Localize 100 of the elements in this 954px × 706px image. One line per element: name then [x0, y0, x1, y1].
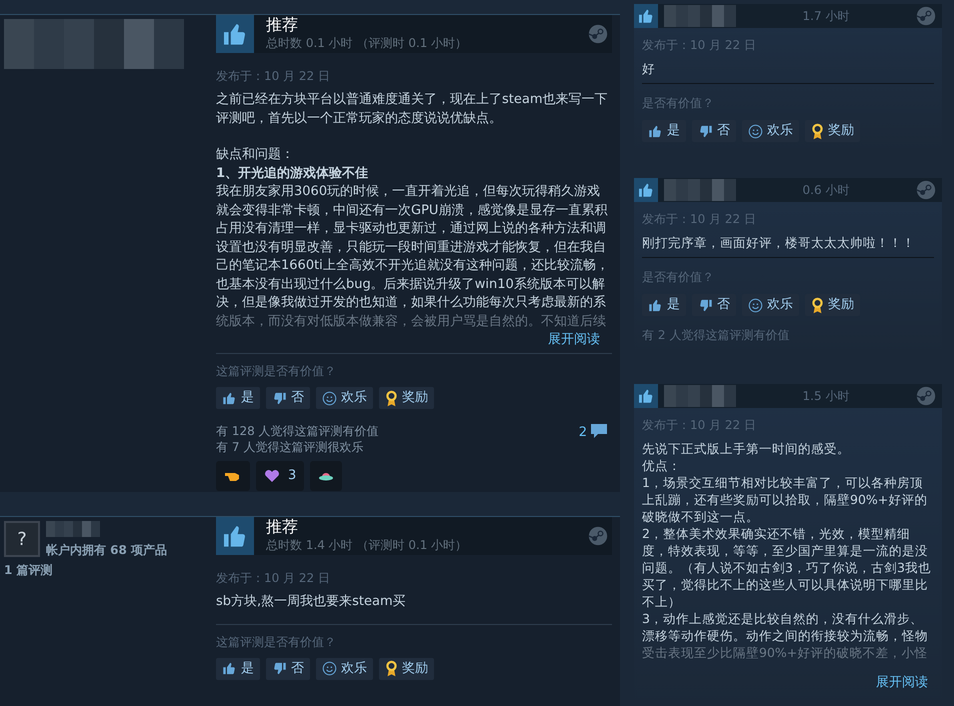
comments-link[interactable]: 2: [578, 423, 612, 455]
funny-button[interactable]: 欢乐: [316, 387, 373, 409]
posted-date: 发布于：10 月 22 日: [642, 211, 757, 228]
review-text-line: 3，动作上感觉还是比较自然的，没有什么滑步、: [642, 610, 924, 627]
playtime-text: 1.7 小时: [802, 8, 850, 25]
review-text-line: 问题。（有人说不如古剑3，巧了你说，古剑3我也: [642, 559, 932, 576]
medal-icon: [385, 390, 398, 406]
review-text-line: 受击表现至少比隔壁90%+好评的破晓不差，小怪: [642, 644, 928, 661]
thumbs-up-icon: [634, 384, 658, 408]
helpful-prompt: 是否有价值？: [642, 269, 715, 286]
thumbs-up-icon: [216, 15, 254, 53]
posted-date: 发布于：10 月 22 日: [642, 417, 757, 434]
funny-button[interactable]: 欢乐: [316, 658, 373, 680]
review-text-line: 2，整体美术效果确实还不错，光效，模型精细: [642, 525, 911, 542]
helpful-prompt: 这篇评测是否有价值？: [216, 363, 337, 380]
posted-date: 发布于：10 月 22 日: [642, 37, 757, 54]
thumbs-up-icon: [634, 178, 658, 202]
blurred-username: [46, 521, 100, 537]
playtime-text: 0.6 小时: [802, 182, 850, 199]
review-text-line: 优点：: [642, 457, 682, 474]
smiley-icon: [748, 124, 763, 138]
review-text-line: 设置也没有明显改善，只能玩一段时间重进游戏才能恢复，但在我自: [216, 238, 607, 256]
review-text-line: 己的笔记本1660ti上全高效不开光追就没有这种问题，还比较流畅，: [216, 257, 610, 275]
review-text-line: 刚打完序章，画面好评，楼哥太太太帅啦！！！: [642, 234, 916, 251]
saucer-icon: [318, 470, 334, 482]
yes-button[interactable]: 是: [216, 387, 260, 409]
avatar-placeholder[interactable]: ?: [4, 521, 40, 557]
no-button[interactable]: 否: [266, 387, 310, 409]
review-text-line: 不上）: [642, 593, 682, 610]
thumbs-down-icon: [698, 298, 713, 312]
review-text-line: 缺点和问题：: [216, 146, 295, 164]
thumbs-up-icon: [222, 390, 237, 406]
verdict-label: 推荐: [266, 518, 299, 536]
award-reaction[interactable]: [310, 461, 342, 491]
smiley-icon: [748, 298, 763, 312]
review-text-line: 先说下正式版上手第一时间的感受。: [642, 440, 851, 457]
read-more-link[interactable]: 展开阅读: [876, 673, 928, 692]
yes-button[interactable]: 是: [642, 294, 686, 316]
yes-button[interactable]: 是: [642, 120, 686, 142]
helpful-count: 有 128 人觉得这篇评测有价值: [216, 423, 379, 439]
no-button[interactable]: 否: [692, 294, 736, 316]
funny-button[interactable]: 欢乐: [742, 294, 799, 316]
thumbs-up-icon: [222, 661, 237, 676]
read-more-link[interactable]: 展开阅读: [548, 331, 600, 349]
review-text-line: 漂移等动作硬伤。动作之间的衔接较为流畅，怪物: [642, 627, 929, 644]
blurred-username: [664, 385, 736, 407]
review-text-line: 决，但是像我做过开发的也知道，如果什么功能每次只考虑最新的系: [216, 294, 607, 312]
award-reaction[interactable]: 3: [256, 461, 304, 491]
playtime-text: 总时数 0.1 小时 （评测时 0.1 小时）: [266, 35, 468, 52]
blurred-username: [664, 179, 736, 201]
award-reaction[interactable]: [216, 461, 250, 491]
yes-button[interactable]: 是: [216, 658, 260, 680]
thumbs-down-icon: [272, 661, 287, 676]
medal-icon: [811, 122, 824, 140]
heart-icon: [264, 469, 280, 483]
steam-icon: [588, 526, 608, 546]
no-button[interactable]: 否: [266, 658, 310, 680]
award-button[interactable]: 奖励: [805, 294, 860, 316]
thumbs-up-icon: [634, 4, 658, 28]
review-text-line: sb方块,熬一周我也要来steam买: [216, 593, 407, 611]
review-text-line: 占用没有清理一样，显卡驱动也更新过，通过网上说的各种方法和调: [216, 220, 607, 238]
thumbs-down-icon: [272, 390, 287, 406]
smiley-icon: [322, 390, 337, 406]
review-text-line: 买了，觉得比不上的这些人可以具体说明下哪里比: [642, 576, 929, 593]
review-text-line: 破晓做不到这一点。: [642, 508, 760, 525]
award-button[interactable]: 奖励: [379, 387, 434, 409]
review-text-line: 评测吧，首先以一个正常玩家的态度说说优缺点。: [216, 110, 503, 128]
author-stat: 1 篇评测: [4, 562, 54, 579]
blurred-username: [664, 5, 736, 27]
review-text-line: 1，场景交互细节相对比较丰富了，可以各种房顶: [642, 474, 924, 491]
posted-date: 发布于：10 月 22 日: [216, 570, 331, 587]
speech-bubble-icon: [590, 423, 608, 439]
review-text-line: 就会变得非常卡顿，中间还有一次GPU崩溃，感觉像是显存一直累积: [216, 202, 608, 220]
helpful-count: 有 2 人觉得这篇评测有价值: [642, 327, 790, 344]
review-text-line: 也基本没有出现过什么bug。后来据说升级了win10系统版本可以解: [216, 276, 606, 294]
award-button[interactable]: 奖励: [805, 120, 860, 142]
thumbs-up-icon: [648, 124, 663, 138]
thumbs-up-icon: [216, 517, 254, 555]
helpful-prompt: 是否有价值？: [642, 95, 715, 112]
helpful-prompt: 这篇评测是否有价值？: [216, 634, 337, 650]
review-text-line: 好: [642, 60, 656, 77]
award-button[interactable]: 奖励: [379, 658, 434, 680]
playtime-text: 总时数 1.4 小时 （评测时 0.1 小时）: [266, 537, 468, 554]
medal-icon: [385, 660, 398, 677]
funny-button[interactable]: 欢乐: [742, 120, 799, 142]
author-stat: 帐户内拥有 68 项产品: [46, 542, 168, 559]
medal-icon: [811, 296, 824, 314]
posted-date: 发布于：10 月 22 日: [216, 68, 331, 85]
review-text-line: 统版本，而没有对低版本做兼容，会被用户骂是自然的。不知道后续: [216, 312, 607, 330]
review-text-line: 之前已经在方块平台以普通难度通关了，现在上了steam也来写一下: [216, 91, 608, 109]
no-button[interactable]: 否: [692, 120, 736, 142]
steam-icon: [588, 24, 608, 44]
review-text-line: 我在朋友家用3060玩的时候，一直开着光追，但每次玩得稍久游戏: [216, 183, 602, 201]
review-text-line: 1、开光追的游戏体验不佳: [216, 164, 370, 182]
verdict-label: 推荐: [266, 16, 299, 34]
smiley-icon: [322, 661, 337, 676]
thumbs-up-icon: [648, 298, 663, 312]
review-text-line: 上乱蹦，还有些奖励可以拾取，隔壁90%+好评的: [642, 491, 928, 508]
thumbs-down-icon: [698, 124, 713, 138]
playtime-text: 1.5 小时: [802, 388, 850, 405]
